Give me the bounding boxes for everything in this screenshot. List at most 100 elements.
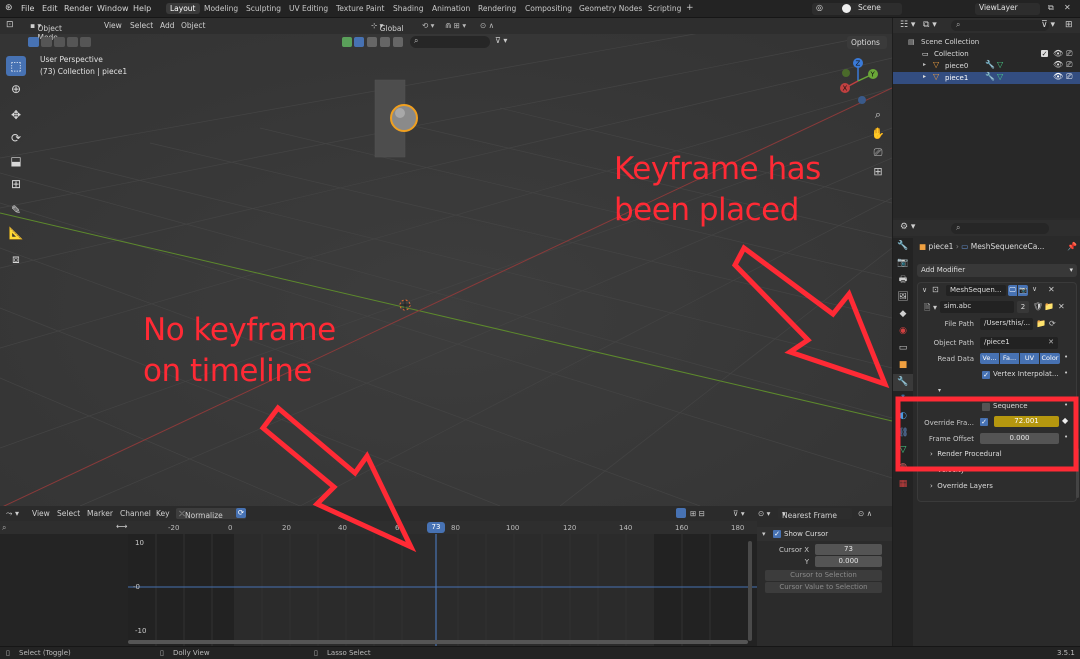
world-tab-icon[interactable]: ◉ [893, 323, 913, 340]
rotate-tool-icon[interactable]: ⟳ [6, 128, 26, 148]
modifier-wrench-icon[interactable]: 🔧 [985, 60, 995, 69]
tab-shading[interactable]: Shading [393, 4, 423, 13]
cursor-x-field[interactable]: 73 [815, 544, 882, 555]
filter-curve-icon[interactable] [380, 37, 390, 47]
transform-tool-icon[interactable]: ⊞ [6, 174, 26, 194]
object-tab-icon[interactable]: ■ [893, 357, 913, 374]
vertex-interpolation-checkbox[interactable]: ✓ [982, 371, 990, 379]
animate-dot-icon[interactable]: • [1064, 353, 1068, 361]
scene-collection-label[interactable]: Scene Collection [921, 38, 979, 46]
particles-tab-icon[interactable]: ⁂ [893, 391, 913, 408]
outliner-type-icon[interactable]: ☷ ▾ [900, 20, 915, 30]
interpolation-dropdown[interactable]: Nearest Frame ▾ [778, 508, 852, 520]
scene-tab-icon[interactable]: ◆ [893, 306, 913, 323]
tab-scripting[interactable]: Scripting [648, 4, 681, 13]
select-invert-icon[interactable] [67, 37, 78, 47]
select-box-icon[interactable] [28, 37, 39, 47]
annotate-tool-icon[interactable]: ✎ [6, 200, 26, 220]
cache-file-field[interactable]: sim.abc [940, 301, 1014, 313]
current-frame-indicator[interactable]: 73 [427, 522, 445, 533]
select-intersect-icon[interactable] [80, 37, 91, 47]
tab-rendering[interactable]: Rendering [478, 4, 516, 13]
cursor-value-to-selection-button[interactable]: Cursor Value to Selection [765, 582, 882, 593]
show-cursor-panel-header[interactable]: ▾ ✓ Show Cursor [757, 527, 892, 541]
options-dropdown[interactable]: Options [847, 36, 887, 49]
wireframe-icon[interactable]: ◎ [816, 3, 823, 12]
render-tab-icon[interactable]: 📷 [893, 255, 913, 272]
only-selected-icon[interactable] [676, 508, 686, 518]
override-frame-checkbox[interactable]: ✓ [980, 418, 988, 426]
read-color-toggle[interactable]: Color [1040, 353, 1060, 364]
constraints-tab-icon[interactable]: ⛓ [893, 425, 913, 442]
orientation-dropdown[interactable]: ⊹ Global ▾ [371, 21, 404, 33]
move-tool-icon[interactable]: ✥ [6, 105, 26, 125]
frame-offset-field[interactable]: 0.000 [980, 433, 1059, 444]
modifier-name-input[interactable]: MeshSequen... [946, 285, 1006, 296]
auto-normalize-icon[interactable]: ⟳ [236, 508, 246, 518]
select-tool-icon[interactable]: ⬚ [6, 56, 26, 76]
properties-type-icon[interactable]: ⚙ ▾ [900, 222, 915, 232]
modifier-options-icon[interactable]: ∨ [1032, 285, 1037, 293]
clear-icon[interactable]: ✕ [1048, 338, 1054, 346]
outliner-search-input[interactable]: ⌕ [951, 20, 1049, 31]
selectability-icon[interactable] [354, 37, 364, 47]
outliner-filter-icon[interactable]: ⊽ ▾ [1041, 20, 1055, 30]
mesh-data-icon[interactable]: ▽ [997, 72, 1003, 81]
proportional-edit-icon[interactable]: ⊙ ∧ [480, 21, 494, 30]
blender-logo-icon[interactable]: ⊛ [5, 3, 13, 13]
pin-icon[interactable]: 📌 [1067, 242, 1077, 251]
fake-user-icon[interactable]: 🛡 [1033, 302, 1043, 311]
close-icon[interactable]: ✕ [1064, 3, 1071, 12]
folder-icon[interactable]: 📁 [1036, 319, 1046, 328]
menu-edit[interactable]: Edit [42, 4, 58, 13]
tl-menu-channel[interactable]: Channel [120, 509, 151, 518]
tab-sculpting[interactable]: Sculpting [246, 4, 281, 13]
expand-arrow-icon[interactable]: ▸ [923, 61, 926, 68]
camera-icon[interactable]: ⎚ [1066, 72, 1072, 82]
remove-modifier-icon[interactable]: ✕ [1048, 285, 1055, 294]
expand-arrow-icon[interactable]: ▸ [923, 73, 926, 80]
reload-icon[interactable]: ⟳ [1049, 319, 1056, 328]
snap-icon[interactable]: ⋒ ⊞ ▾ [445, 21, 466, 30]
navigation-gizmo[interactable]: Z Y X [835, 56, 885, 106]
solid-icon[interactable] [842, 4, 851, 13]
override-layers-subpanel[interactable]: › Override Layers [930, 482, 993, 490]
add-cube-tool-icon[interactable]: ⧈ [6, 249, 26, 269]
eye-icon[interactable]: 👁 [1053, 60, 1063, 69]
filter-light-icon[interactable] [393, 37, 403, 47]
eye-icon[interactable]: 👁 [1053, 72, 1063, 81]
menu-file[interactable]: File [21, 4, 34, 13]
select-subtract-icon[interactable] [54, 37, 65, 47]
tab-compositing[interactable]: Compositing [525, 4, 572, 13]
tl-menu-select[interactable]: Select [57, 509, 80, 518]
folder-icon[interactable]: 📁 [1044, 302, 1054, 311]
new-collection-icon[interactable]: ⊞ [1065, 20, 1073, 30]
object-path-field[interactable]: /piece1 ✕ [980, 337, 1058, 349]
animate-dot-icon[interactable]: • [1064, 433, 1068, 441]
animate-dot-icon[interactable]: • [1064, 369, 1068, 377]
filter-mesh-icon[interactable] [367, 37, 377, 47]
tl-menu-marker[interactable]: Marker [87, 509, 113, 518]
read-vertices-toggle[interactable]: Ve... [980, 353, 999, 364]
tl-menu-view[interactable]: View [32, 509, 50, 518]
graph-editor-type-icon[interactable]: ⤳ ▾ [6, 509, 19, 519]
perspective-grid-icon[interactable]: ⊞ [870, 164, 886, 180]
material-tab-icon[interactable]: ◍ [893, 459, 913, 476]
viewport-menu-select[interactable]: Select [130, 21, 153, 30]
tab-uv-editing[interactable]: UV Editing [289, 4, 328, 13]
camera-icon[interactable]: ⎚ [870, 145, 886, 161]
display-mode-icon[interactable]: ⧉ ▾ [923, 20, 937, 30]
view-layer-tab-icon[interactable]: 🖼 [893, 289, 913, 306]
select-extend-icon[interactable] [41, 37, 52, 47]
file-path-field[interactable]: /Users/this/... [980, 318, 1033, 330]
eye-icon[interactable]: 👁 [1053, 49, 1063, 58]
outliner-row-piece1[interactable]: ▸ ▽ piece1 🔧 ▽ 👁 ⎚ [893, 72, 1080, 84]
show-hidden-icon[interactable]: ⊞ ⊟ [690, 509, 705, 518]
unlink-icon[interactable]: ✕ [1058, 302, 1065, 311]
cache-users-count[interactable]: 2 [1017, 301, 1029, 313]
tab-texture-paint[interactable]: Texture Paint [336, 4, 384, 13]
read-faces-toggle[interactable]: Fa... [1000, 353, 1019, 364]
viewport-menu-add[interactable]: Add [160, 21, 175, 30]
sequence-checkbox[interactable] [982, 403, 990, 411]
camera-icon[interactable]: ⎚ [1066, 49, 1072, 59]
